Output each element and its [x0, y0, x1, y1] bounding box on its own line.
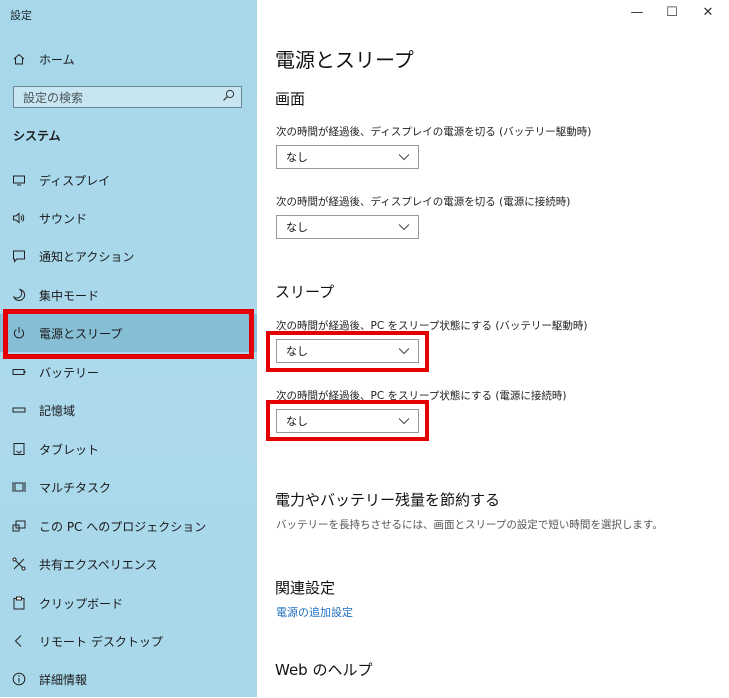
tablet-icon — [12, 442, 26, 456]
sidebar-item-label: ホーム — [39, 52, 75, 67]
save-description: バッテリーを長持ちさせるには、画面とスリープの設定で短い時間を選択します。 — [276, 519, 663, 531]
chevron-down-icon — [398, 151, 410, 164]
search-placeholder: 設定の検索 — [23, 90, 84, 105]
highlight-box-sleep-battery — [266, 331, 429, 372]
clipboard-icon — [12, 596, 26, 610]
projection-icon — [12, 519, 26, 533]
section-label: システム — [13, 129, 61, 143]
sidebar-item-storage[interactable]: 記憶域 — [0, 391, 257, 429]
remote-icon — [12, 634, 26, 648]
sidebar-item-label: バッテリー — [39, 365, 100, 380]
sidebar-item-label: 集中モード — [39, 288, 100, 303]
additional-power-settings-link[interactable]: 電源の追加設定 — [276, 604, 353, 620]
minimize-button[interactable]: — — [627, 5, 647, 20]
section-heading-screen: 画面 — [275, 90, 306, 108]
main-panel: — ☐ ✕ 電源とスリープ 画面 次の時間が経過後、ディスプレイの電源を切る (… — [257, 0, 729, 697]
battery-icon — [12, 365, 26, 379]
sidebar-item-label: リモート デスクトップ — [39, 634, 163, 649]
notification-icon — [12, 249, 26, 263]
sidebar: 設定 ホーム 設定の検索 システム ディスプレイ サウンド 通知とアクション 集… — [0, 0, 257, 697]
dropdown-value: なし — [286, 151, 308, 164]
home-icon — [12, 52, 26, 66]
sidebar-item-tablet[interactable]: タブレット — [0, 430, 257, 468]
screen-battery-label: 次の時間が経過後、ディスプレイの電源を切る (バッテリー駆動時) — [276, 126, 592, 138]
sidebar-item-home[interactable]: ホーム — [0, 40, 257, 78]
sidebar-item-about[interactable]: 詳細情報 — [0, 660, 257, 698]
sidebar-item-multitask[interactable]: マルチタスク — [0, 468, 257, 506]
moon-icon — [12, 288, 26, 302]
sidebar-item-display[interactable]: ディスプレイ — [0, 161, 257, 199]
close-button[interactable]: ✕ — [698, 5, 718, 20]
highlight-box-sleep-plugged — [266, 400, 429, 441]
page-title: 電源とスリープ — [275, 48, 414, 72]
sidebar-item-label: 詳細情報 — [39, 672, 88, 687]
sidebar-item-label: クリップボード — [39, 596, 124, 611]
search-input[interactable]: 設定の検索 — [13, 86, 242, 108]
maximize-button[interactable]: ☐ — [662, 5, 682, 20]
storage-icon — [12, 403, 26, 417]
sidebar-item-label: 通知とアクション — [39, 249, 135, 264]
info-icon — [12, 672, 26, 686]
monitor-icon — [12, 173, 26, 187]
speaker-icon — [12, 211, 26, 225]
sidebar-item-notifications[interactable]: 通知とアクション — [0, 237, 257, 275]
multitask-icon — [12, 480, 26, 494]
dropdown-value: なし — [286, 221, 308, 234]
sidebar-item-label: マルチタスク — [39, 480, 112, 495]
sidebar-item-label: タブレット — [39, 442, 100, 457]
shared-icon — [12, 557, 26, 571]
highlight-box-sidebar — [3, 309, 254, 359]
sidebar-item-label: サウンド — [39, 211, 88, 226]
sidebar-item-remote-desktop[interactable]: リモート デスクトップ — [0, 622, 257, 660]
section-heading-web-help: Web のヘルプ — [275, 661, 373, 679]
screen-plugged-label: 次の時間が経過後、ディスプレイの電源を切る (電源に接続時) — [276, 196, 571, 208]
search-icon — [222, 89, 235, 105]
screen-battery-dropdown[interactable]: なし — [276, 145, 419, 169]
chevron-down-icon — [398, 221, 410, 234]
sidebar-item-label: ディスプレイ — [39, 173, 111, 188]
sidebar-item-label: 共有エクスペリエンス — [39, 557, 158, 572]
sidebar-item-label: 記憶域 — [39, 403, 76, 418]
sidebar-item-label: この PC へのプロジェクション — [39, 519, 207, 534]
sidebar-item-sound[interactable]: サウンド — [0, 199, 257, 237]
app-title: 設定 — [10, 9, 32, 22]
section-heading-related: 関連設定 — [275, 579, 336, 597]
section-heading-save: 電力やバッテリー残量を節約する — [275, 491, 501, 509]
sidebar-item-projection[interactable]: この PC へのプロジェクション — [0, 507, 257, 545]
section-heading-sleep: スリープ — [275, 283, 335, 301]
sidebar-item-shared[interactable]: 共有エクスペリエンス — [0, 545, 257, 583]
screen-plugged-dropdown[interactable]: なし — [276, 215, 419, 239]
sidebar-item-clipboard[interactable]: クリップボード — [0, 584, 257, 622]
